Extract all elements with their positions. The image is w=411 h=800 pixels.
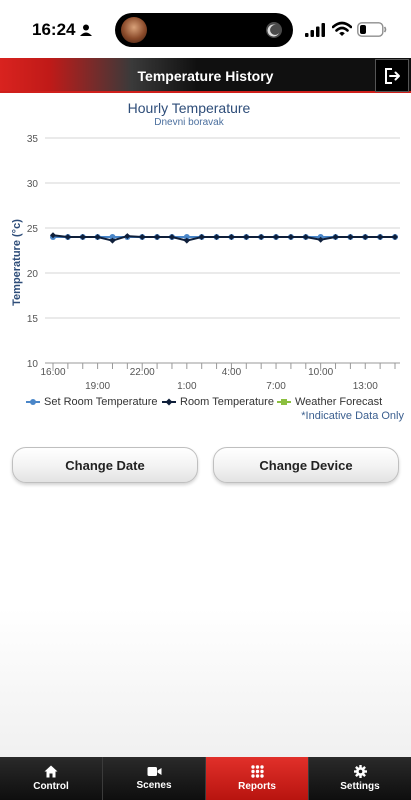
temperature-chart: 10 15 20 25 30 35 16:00 22:00 4:00 10:00 19:00 1:00…	[11, 134, 400, 390]
y-tick-label: 15	[27, 314, 39, 325]
gear-icon	[353, 765, 367, 778]
bottom-tab-bar: Control Scenes Reports Settings	[0, 757, 411, 800]
logout-icon	[385, 67, 400, 84]
change-date-button[interactable]: Change Date	[12, 447, 198, 483]
tab-control[interactable]: Control	[0, 757, 103, 800]
y-tick-label: 10	[27, 359, 39, 370]
legend-label-set-room-temperature: Set Room Temperature	[44, 396, 158, 408]
x-tick-label: 1:00	[177, 381, 197, 390]
legend-marker-room-temperature	[162, 398, 176, 406]
tab-label-settings: Settings	[340, 781, 380, 792]
tab-settings[interactable]: Settings	[309, 757, 411, 800]
status-time: 16:24	[32, 20, 76, 39]
grid-icon	[250, 765, 264, 778]
legend-item-set-room-temperature[interactable]: Set Room Temperature	[26, 396, 158, 408]
legend-marker-set-room-temperature	[26, 399, 40, 405]
chart-legend: Set Room Temperature Room Temperature We…	[0, 396, 411, 426]
x-tick-label: 16:00	[40, 367, 65, 378]
avatar	[121, 17, 147, 43]
page-title: Temperature History	[137, 68, 274, 84]
y-tick-label: 20	[27, 269, 39, 280]
x-tick-label: 7:00	[266, 381, 286, 390]
legend-marker-weather-forecast	[277, 399, 291, 405]
app-header: Temperature History	[0, 58, 411, 93]
person-icon	[80, 24, 92, 36]
legend-item-weather-forecast[interactable]: Weather Forecast	[277, 396, 382, 408]
legend-item-room-temperature[interactable]: Room Temperature	[162, 396, 274, 408]
logout-button[interactable]	[375, 59, 409, 92]
home-icon	[44, 765, 58, 778]
battery-icon	[357, 22, 387, 37]
moon-icon	[266, 22, 282, 38]
indicative-data-note: *Indicative Data Only	[301, 410, 404, 422]
change-device-button[interactable]: Change Device	[213, 447, 399, 483]
tab-scenes[interactable]: Scenes	[103, 757, 206, 800]
x-tick-label: 10:00	[308, 367, 333, 378]
legend-label-weather-forecast: Weather Forecast	[295, 396, 383, 408]
y-axis-label: Temperature (°c)	[11, 219, 23, 306]
x-tick-label: 4:00	[222, 367, 242, 378]
x-tick-label: 13:00	[353, 381, 378, 390]
chart-title: Hourly Temperature	[127, 100, 251, 116]
legend-label-room-temperature: Room Temperature	[180, 396, 274, 408]
tab-label-reports: Reports	[238, 781, 276, 792]
x-tick-label: 19:00	[85, 381, 110, 390]
y-tick-label: 25	[27, 224, 39, 235]
cellular-signal-icon	[305, 23, 325, 37]
tab-label-scenes: Scenes	[136, 780, 172, 791]
x-tick-label: 22:00	[130, 367, 155, 378]
tab-reports[interactable]: Reports	[206, 757, 309, 800]
y-tick-label: 35	[27, 134, 39, 145]
tab-label-control: Control	[33, 781, 69, 792]
dynamic-island	[115, 13, 293, 47]
wifi-icon	[332, 21, 352, 36]
y-tick-label: 30	[27, 179, 39, 190]
video-camera-icon	[147, 767, 161, 776]
status-bar: 16:24	[0, 0, 411, 58]
